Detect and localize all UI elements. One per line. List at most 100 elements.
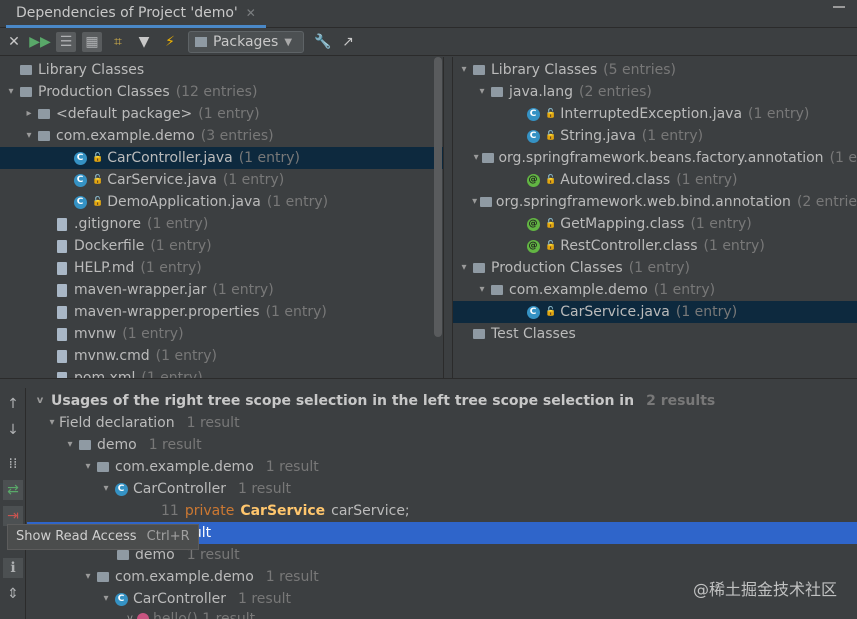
packages-label: Packages <box>213 34 279 50</box>
tree-row[interactable]: ▾ Production Classes (1 entry) <box>453 257 857 279</box>
close-icon[interactable]: ✕ <box>4 32 24 52</box>
chevron-down-icon[interactable]: ▾ <box>63 434 77 456</box>
usages-header[interactable]: v Usages of the right tree scope selecti… <box>33 390 715 412</box>
minimize-icon[interactable] <box>833 6 845 8</box>
tree-row[interactable]: @ 🔓 GetMapping.class (1 entry) <box>453 213 857 235</box>
usage-row[interactable]: ▾ C CarController 1 result <box>99 478 290 500</box>
tree-row[interactable]: Test Classes <box>453 323 857 345</box>
lightning-icon[interactable]: ⚡ <box>160 32 180 52</box>
annotation-icon-wrap: @ <box>525 172 541 188</box>
usage-row[interactable]: ▾ Field declaration 1 result <box>45 412 239 434</box>
tree-row[interactable]: ▸ <default package> (1 entry) <box>0 103 443 125</box>
chevron-down-icon[interactable]: ▾ <box>45 412 59 434</box>
usage-row-label: com.example.demo <box>115 569 254 585</box>
tree-row[interactable]: Library Classes <box>0 59 443 81</box>
tree-row[interactable]: C 🔓 String.java (1 entry) <box>453 125 857 147</box>
folder-icon <box>491 285 503 295</box>
class-icon-wrap: C <box>72 150 88 166</box>
group-icon[interactable]: ▦ <box>82 32 102 52</box>
tree-row[interactable]: C 🔓 CarService.java (1 entry) <box>0 169 443 191</box>
usage-row[interactable]: ▾ com.example.demo 1 result <box>81 566 318 588</box>
show-write-access-icon[interactable]: ⇄ <box>3 480 23 500</box>
usage-row[interactable]: ▾ demo 1 result <box>63 434 201 456</box>
tree-row[interactable]: pom.xml (1 entry) <box>0 367 443 378</box>
class-icon: C <box>526 129 540 143</box>
tree-row[interactable]: @ 🔓 Autowired.class (1 entry) <box>453 169 857 191</box>
tree-row[interactable]: C 🔓 CarController.java (1 entry) <box>0 147 443 169</box>
file-icon-wrap <box>54 304 70 320</box>
tree-row[interactable]: maven-wrapper.jar (1 entry) <box>0 279 443 301</box>
chevron-down-icon[interactable]: ▾ <box>457 257 471 279</box>
tree-row[interactable]: @ 🔓 RestController.class (1 entry) <box>453 235 857 257</box>
chevron-down-icon[interactable]: ▾ <box>471 147 482 169</box>
usage-row-label: Field declaration <box>59 415 175 431</box>
show-read-access-icon[interactable]: ⇥ <box>3 506 23 526</box>
usage-row[interactable]: ▾ com.example.demo 1 result <box>81 456 318 478</box>
close-icon[interactable]: ✕ <box>246 6 256 20</box>
scope-dropdown[interactable]: Packages ▼ <box>188 31 304 53</box>
chevron-down-icon[interactable]: ▾ <box>81 456 95 478</box>
chevron-down-icon[interactable]: ▾ <box>457 59 471 81</box>
chevron-down-icon[interactable]: ▾ <box>99 478 113 500</box>
tree-row[interactable]: ▾ com.example.demo (1 entry) <box>453 279 857 301</box>
tree-row[interactable]: ▾ org.springframework.web.bind.annotation… <box>453 191 857 213</box>
tree-row[interactable]: ▾ Production Classes (12 entries) <box>0 81 443 103</box>
tab-dependencies[interactable]: Dependencies of Project 'demo' ✕ <box>6 0 266 28</box>
class-icon-wrap: C <box>525 304 541 320</box>
arrow-up-icon[interactable]: ↑ <box>3 394 23 414</box>
usage-row[interactable]: ▾ C CarController 1 result <box>99 588 290 610</box>
tree-row[interactable]: C 🔓 InterruptedException.java (1 entry) <box>453 103 857 125</box>
chevron-down-icon[interactable]: ▾ <box>475 279 489 301</box>
filter-icon[interactable]: ▼ <box>134 32 154 52</box>
chevron-down-icon[interactable]: ▾ <box>469 191 479 213</box>
watermark: @稀土掘金技术社区 <box>692 580 837 599</box>
module-icon[interactable]: ⌗ <box>108 32 128 52</box>
tree-row[interactable]: C 🔓 DemoApplication.java (1 entry) <box>0 191 443 213</box>
tree-row-count: (1 entry) <box>141 370 203 378</box>
export-icon[interactable]: ↗ <box>338 32 358 52</box>
line-number: 11 <box>161 503 179 519</box>
chevron-down-icon[interactable]: ▾ <box>22 125 36 147</box>
tree-row-label: Production Classes <box>491 260 623 276</box>
tree-row[interactable]: ▾ com.example.demo (3 entries) <box>0 125 443 147</box>
scrollbar[interactable] <box>434 57 442 337</box>
folder-icon-wrap <box>489 282 505 298</box>
tree-row[interactable]: Dockerfile (1 entry) <box>0 235 443 257</box>
tree-row[interactable]: mvnw (1 entry) <box>0 323 443 345</box>
expand-icon[interactable]: ⇕ <box>3 584 23 604</box>
tree-row[interactable]: ▾ Library Classes (5 entries) <box>453 59 857 81</box>
tree-row-count: (1 entry) <box>147 216 209 232</box>
tree-row[interactable]: maven-wrapper.properties (1 entry) <box>0 301 443 323</box>
code-line[interactable]: 11 private CarService carService; <box>161 500 410 522</box>
tree-row-count: (1 entry) <box>703 238 765 254</box>
splitter[interactable] <box>0 378 857 388</box>
usage-row-label: demo <box>97 437 137 453</box>
rerun-icon[interactable]: ▶▶ <box>29 32 51 52</box>
tree-row[interactable]: .gitignore (1 entry) <box>0 213 443 235</box>
partial-row[interactable]: v hello() 1 result <box>123 608 255 619</box>
tree-row[interactable]: ▾ org.springframework.beans.factory.annot… <box>453 147 857 169</box>
tree-row[interactable]: mvnw.cmd (1 entry) <box>0 345 443 367</box>
lock-icon: 🔓 <box>545 241 557 251</box>
tree-row[interactable]: ▾ java.lang (2 entries) <box>453 81 857 103</box>
chevron-down-icon[interactable]: ▾ <box>99 588 113 610</box>
tree-row-count: (1 entry) <box>222 172 285 188</box>
chevron-down-icon[interactable]: ▾ <box>4 81 18 103</box>
tree-row[interactable]: HELP.md (1 entry) <box>0 257 443 279</box>
chevron-right-icon[interactable]: ▸ <box>22 103 36 125</box>
flatten-icon[interactable]: ☰ <box>56 32 76 52</box>
file-icon <box>57 283 67 297</box>
chevron-down-icon[interactable]: ▾ <box>475 81 489 103</box>
arrow-down-icon[interactable]: ↓ <box>3 420 23 440</box>
tree-row-count: (5 entries) <box>603 62 676 78</box>
folder-icon <box>20 87 32 97</box>
tree-row[interactable]: C 🔓 CarService.java (1 entry) <box>453 301 857 323</box>
group-icon[interactable]: ⁞⁞ <box>3 454 23 474</box>
usages-toolbar: ↑ ↓ ⁞⁞ ⇄ ⇥ ℹ ⇕ <box>0 388 26 619</box>
file-icon-wrap <box>54 238 70 254</box>
wrench-icon[interactable]: 🔧 <box>313 32 333 52</box>
info-icon[interactable]: ℹ <box>3 558 23 578</box>
chevron-down-icon[interactable]: ▾ <box>81 566 95 588</box>
folder-icon-wrap <box>471 260 487 276</box>
tree-row-count: (1 entry) <box>265 304 327 320</box>
